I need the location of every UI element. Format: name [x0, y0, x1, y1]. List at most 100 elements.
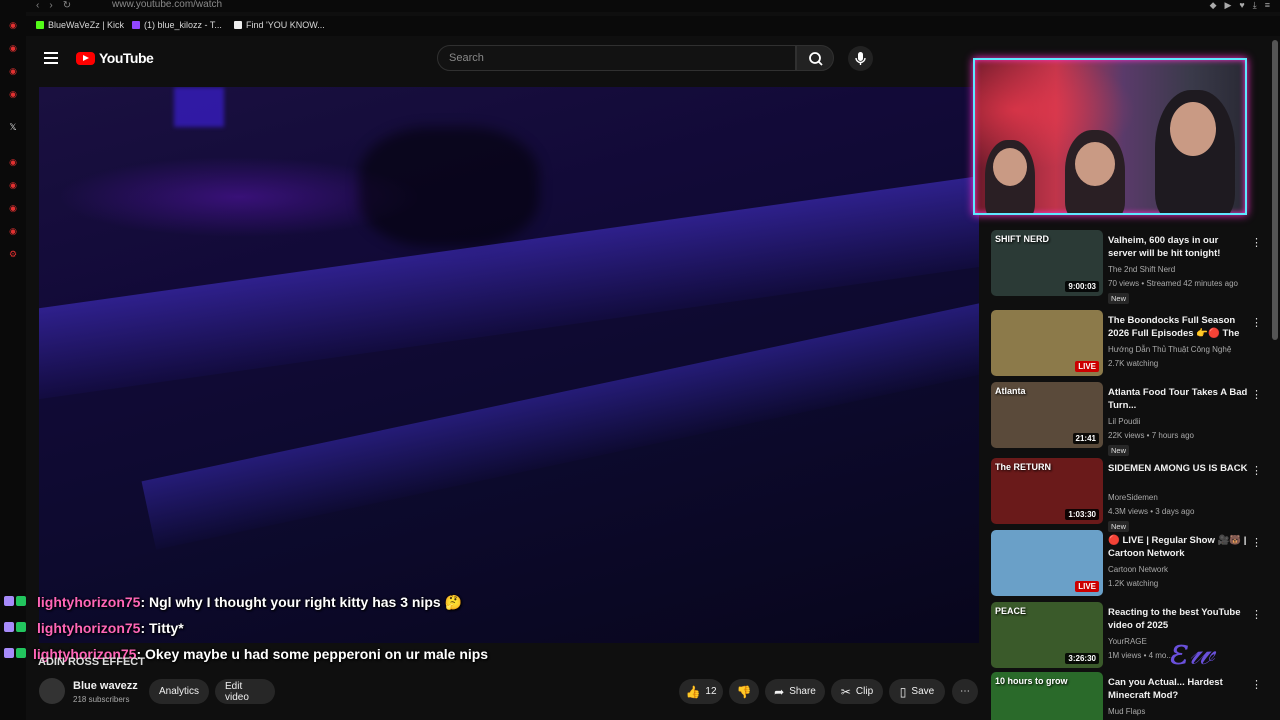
address-bar[interactable]: www.youtube.com/watch [112, 0, 222, 10]
video-thumbnail[interactable]: The RETURN 1:03:30 [991, 458, 1103, 524]
x-icon[interactable]: 𝕏 [8, 122, 18, 132]
extension-icon[interactable]: ◆ [1210, 0, 1217, 11]
scrollbar[interactable] [1272, 40, 1278, 340]
mic-icon [855, 52, 866, 65]
chat-message: lightyhorizon75: Ngl why I thought your … [0, 592, 700, 618]
video-player[interactable] [39, 87, 979, 643]
recommendation-meta: 70 views • Streamed 42 minutes ago [1108, 279, 1238, 288]
twitch-icon [132, 21, 140, 29]
duration-badge: 3:26:30 [1065, 653, 1099, 664]
more-options-icon[interactable]: ⋮ [1251, 388, 1262, 401]
video-actions: Blue wavezz 218 subscribers Analytics Ed… [39, 676, 979, 710]
more-options-icon[interactable]: ⋮ [1251, 536, 1262, 549]
recommendation-item[interactable]: LIVE The Boondocks Full Season 2026 Full … [991, 310, 1271, 380]
duration-badge: 9:00:03 [1065, 281, 1099, 292]
share-button[interactable]: ➦ Share [765, 679, 825, 704]
voice-search-button[interactable] [848, 46, 873, 71]
recommendation-channel[interactable]: Lil Poudii [1108, 417, 1140, 426]
sidebar-app-icon[interactable]: ◉ [8, 180, 18, 190]
recommendation-channel[interactable]: Mud Flaps [1108, 707, 1145, 716]
video-thumbnail[interactable]: SHIFT NERD 9:00:03 [991, 230, 1103, 296]
more-options-icon[interactable]: ⋮ [1251, 608, 1262, 621]
recommendation-item[interactable]: LIVE 🔴 LIVE | Regular Show 🎥🐻 | Cartoon N… [991, 530, 1271, 600]
recommendation-meta: 1.2K watching [1108, 579, 1159, 588]
avatar[interactable] [39, 678, 65, 704]
more-icon: ⋯ [960, 686, 970, 697]
tiktok-icon [234, 21, 242, 29]
video-thumbnail[interactable]: LIVE [991, 310, 1103, 376]
clip-button[interactable]: ✂ Clip [831, 679, 883, 704]
video-thumbnail[interactable]: PEACE 3:26:30 [991, 602, 1103, 668]
sidebar-app-icon[interactable]: ◉ [8, 203, 18, 213]
bookmark-tiktok[interactable]: Find 'YOU KNOW... [234, 20, 325, 30]
video-thumbnail[interactable]: Atlanta 21:41 [991, 382, 1103, 448]
kick-badge-icon [16, 596, 26, 606]
search-button[interactable] [796, 45, 834, 71]
sub-badge-icon [4, 648, 14, 658]
recommendation-title[interactable]: Valheim, 600 days in our server will be … [1108, 234, 1248, 262]
back-icon[interactable]: ‹ [36, 0, 39, 11]
recommendation-channel[interactable]: Hướng Dẫn Thủ Thuật Công Nghệ [1108, 345, 1231, 354]
thumbnail-text: PEACE [995, 606, 1027, 616]
extension-icons: ◆ ▶ ♥ ⤓ ≡ [1210, 0, 1270, 11]
recommendation-item[interactable]: The RETURN 1:03:30 SIDEMEN AMONG US IS BAC… [991, 458, 1271, 532]
dislike-button[interactable]: 👎 [729, 679, 759, 704]
video-thumbnail[interactable]: LIVE [991, 530, 1103, 596]
thumbs-up-icon: 👍 [685, 684, 701, 699]
bookmark-twitch[interactable]: (1) blue_kilozz - T... [132, 20, 222, 30]
more-options-icon[interactable]: ⋮ [1251, 464, 1262, 477]
edit-video-button[interactable]: Edit video [215, 679, 275, 704]
new-badge: New [1108, 293, 1130, 304]
sidebar-app-icon[interactable]: ◉ [8, 43, 18, 53]
download-icon[interactable]: ⤓ [1253, 0, 1257, 11]
youtube-logo[interactable]: YouTube [76, 50, 154, 66]
channel-name[interactable]: Blue wavezz [73, 680, 138, 692]
extension-icon[interactable]: ♥ [1239, 0, 1244, 11]
forward-icon[interactable]: › [49, 0, 52, 11]
more-options-icon[interactable]: ⋮ [1251, 678, 1262, 691]
duration-badge: 21:41 [1072, 433, 1099, 444]
menu-icon[interactable]: ≡ [1265, 0, 1270, 11]
recommendation-title[interactable]: Atlanta Food Tour Takes A Bad Turn... [1108, 386, 1248, 412]
recommendation-channel[interactable]: YourRAGE [1108, 637, 1147, 646]
recommendation-channel[interactable]: MoreSidemen [1108, 493, 1158, 502]
recommendation-item[interactable]: PEACE 3:26:30 Reacting to the best YouTube… [991, 602, 1271, 672]
sidebar-app-icon[interactable]: ◉ [8, 66, 18, 76]
menu-icon[interactable] [44, 52, 58, 64]
new-badge: New [1108, 445, 1130, 456]
save-button[interactable]: ▯ Save [889, 679, 945, 704]
recommendation-title[interactable]: Reacting to the best YouTube video of 20… [1108, 606, 1248, 632]
recommendation-item[interactable]: SHIFT NERD 9:00:03 Valheim, 600 days in ou… [991, 230, 1271, 304]
settings-icon[interactable]: ⚙ [8, 249, 18, 259]
thumbnail-text: Atlanta [995, 386, 1026, 396]
subscriber-count: 218 subscribers [73, 695, 130, 704]
recommendation-title[interactable]: Can you Actual... Hardest Minecraft Mod? [1108, 676, 1248, 702]
recommendation-title[interactable]: 🔴 LIVE | Regular Show 🎥🐻 | Cartoon Netwo… [1108, 534, 1248, 560]
recommendation-item[interactable]: Atlanta 21:41 Atlanta Food Tour Takes A Ba… [991, 382, 1271, 456]
recommendation-item[interactable]: 10 hours to grow Can you Actual... Hardes… [991, 672, 1271, 720]
extension-icon[interactable]: ▶ [1224, 0, 1231, 11]
sub-badge-icon [4, 596, 14, 606]
bookmark-kick[interactable]: BlueWaVeZz | Kick [36, 20, 124, 30]
sidebar-app-icon[interactable]: ◉ [8, 226, 18, 236]
recommendation-channel[interactable]: Cartoon Network [1108, 565, 1168, 574]
recommendation-meta: 22K views • 7 hours ago [1108, 431, 1194, 440]
recommendation-meta: 2.7K watching [1108, 359, 1159, 368]
video-thumbnail[interactable]: 10 hours to grow [991, 672, 1103, 720]
kick-icon [36, 21, 44, 29]
like-button[interactable]: 👍 12 [679, 679, 723, 704]
recommendation-channel[interactable]: The 2nd Shift Nerd [1108, 265, 1175, 274]
sidebar-app-icon[interactable]: ◉ [8, 89, 18, 99]
recommendation-title[interactable]: The Boondocks Full Season 2026 Full Epis… [1108, 314, 1248, 342]
sidebar-app-icon[interactable]: ◉ [8, 157, 18, 167]
sidebar-app-icon[interactable]: ◉ [8, 20, 18, 30]
more-actions-button[interactable]: ⋯ [952, 679, 978, 704]
more-options-icon[interactable]: ⋮ [1251, 236, 1262, 249]
chat-text: : Ngl why I thought your right kitty has… [140, 594, 463, 610]
analytics-button[interactable]: Analytics [149, 679, 209, 704]
recommendation-meta: 1M views • 4 mo... [1108, 651, 1174, 660]
reload-icon[interactable]: ↻ [63, 0, 71, 11]
search-input[interactable]: Search [437, 45, 796, 71]
recommendation-title[interactable]: SIDEMEN AMONG US IS BACK [1108, 462, 1248, 475]
more-options-icon[interactable]: ⋮ [1251, 316, 1262, 329]
